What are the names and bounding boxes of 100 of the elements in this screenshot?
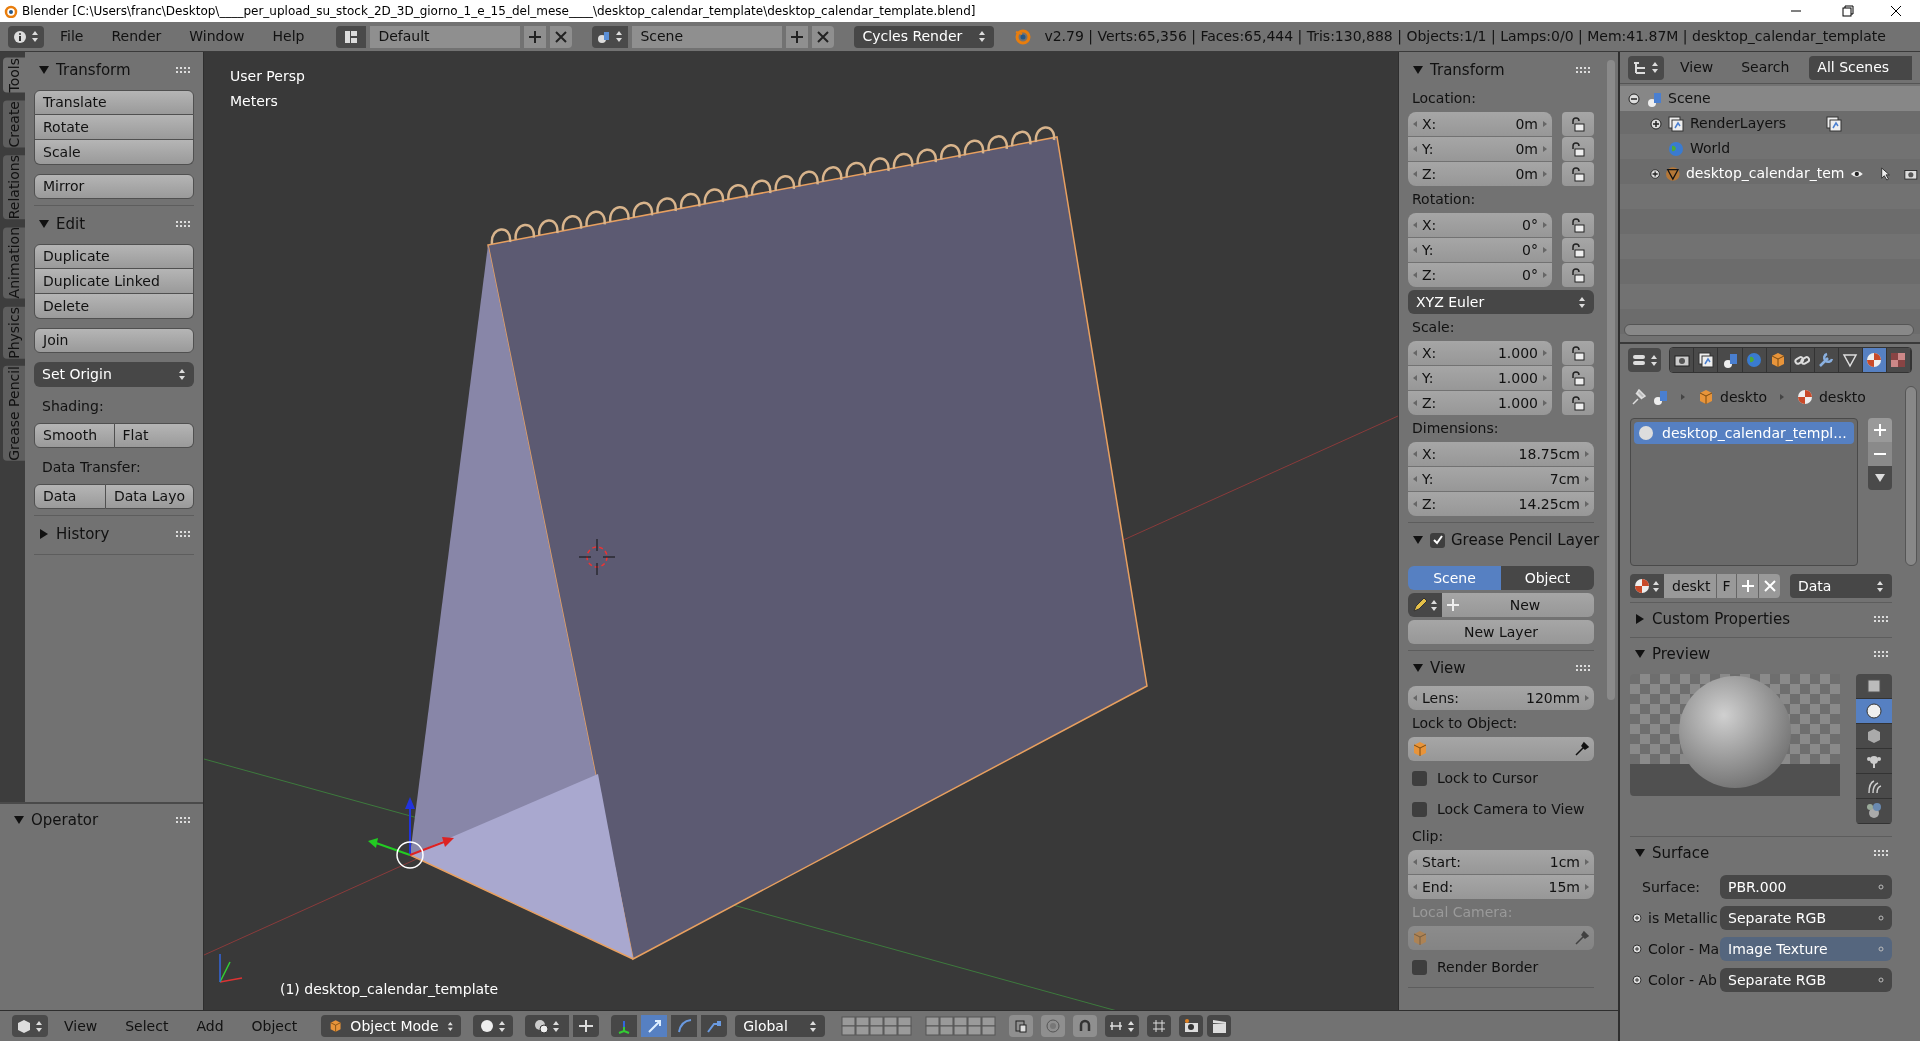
- checkbox-label[interactable]: Lock Camera to View: [1437, 798, 1585, 820]
- editor-type-button[interactable]: [1628, 348, 1662, 372]
- menu-item[interactable]: View: [52, 1015, 110, 1037]
- panel-title[interactable]: Transform: [1430, 58, 1570, 82]
- lock-button[interactable]: [1562, 213, 1594, 237]
- tool-button[interactable]: Flat: [114, 423, 194, 448]
- socket-icon[interactable]: [1632, 944, 1642, 954]
- drag-handle-icon[interactable]: [176, 530, 190, 538]
- menu-item[interactable]: View: [1668, 57, 1726, 78]
- left-arrow-icon[interactable]: [1412, 246, 1418, 254]
- collapse-arrow-icon[interactable]: [1412, 534, 1424, 546]
- node-link-dropdown[interactable]: Separate RGB: [1720, 968, 1892, 992]
- right-arrow-icon[interactable]: [1542, 145, 1548, 153]
- collapse-icon[interactable]: [1628, 92, 1640, 105]
- number-field[interactable]: X: 1.000: [1408, 341, 1552, 365]
- lock-button[interactable]: [1562, 238, 1594, 262]
- checkbox[interactable]: [1430, 532, 1445, 548]
- scale-manipulator-button[interactable]: [701, 1015, 728, 1037]
- left-arrow-icon[interactable]: [1412, 271, 1418, 279]
- slot-menu-button[interactable]: [1868, 466, 1892, 490]
- pin-icon[interactable]: [1630, 389, 1646, 405]
- snap-element-button[interactable]: [1147, 1015, 1172, 1037]
- right-arrow-icon[interactable]: [1584, 694, 1590, 702]
- left-arrow-icon[interactable]: [1412, 349, 1418, 357]
- add-slot-button[interactable]: [1868, 418, 1892, 442]
- breadcrumb-item[interactable]: deskto: [1720, 386, 1767, 408]
- expand-arrow-icon[interactable]: [1634, 613, 1646, 625]
- manipulator-button[interactable]: [611, 1015, 638, 1037]
- new-layer-button[interactable]: New Layer: [1408, 620, 1594, 644]
- number-field[interactable]: Z: 0m: [1408, 162, 1552, 186]
- material-name-field[interactable]: deskt: [1664, 574, 1716, 598]
- right-arrow-icon[interactable]: [1542, 120, 1548, 128]
- collapse-arrow-icon[interactable]: [1634, 847, 1646, 859]
- lock-button[interactable]: [1562, 137, 1594, 161]
- snap-button[interactable]: [1073, 1015, 1098, 1037]
- menu-item[interactable]: Select: [113, 1015, 181, 1037]
- properties-tab[interactable]: [1886, 348, 1911, 372]
- number-field[interactable]: Start: 1cm: [1408, 850, 1594, 874]
- lock-button[interactable]: [1562, 162, 1594, 186]
- outliner-row[interactable]: RenderLayers: [1620, 111, 1920, 136]
- render-image-button[interactable]: [1179, 1015, 1204, 1037]
- menu-item[interactable]: Help: [260, 26, 317, 47]
- add-button[interactable]: [524, 25, 547, 48]
- menu-item[interactable]: File: [48, 26, 96, 47]
- tool-button[interactable]: Data: [34, 484, 106, 509]
- drag-handle-icon[interactable]: [176, 66, 190, 74]
- right-arrow-icon[interactable]: [1584, 450, 1590, 458]
- unlink-button[interactable]: [1758, 574, 1780, 598]
- layer-buttons-icon[interactable]: [841, 1016, 914, 1036]
- expand-arrow-icon[interactable]: [38, 528, 50, 540]
- new-material-button[interactable]: [1736, 574, 1758, 598]
- preview-type-button[interactable]: [1856, 674, 1892, 699]
- fake-user-button[interactable]: F: [1716, 574, 1736, 598]
- number-field[interactable]: End: 15m: [1408, 875, 1594, 899]
- restore-icon[interactable]: [1840, 3, 1856, 19]
- node-link-dropdown[interactable]: PBR.000: [1720, 875, 1892, 899]
- number-field[interactable]: X: 18.75cm: [1408, 442, 1594, 466]
- render-engine-dropdown[interactable]: Cycles Render: [854, 25, 995, 48]
- preview-type-button[interactable]: [1856, 774, 1892, 799]
- tool-button[interactable]: Duplicate: [34, 244, 194, 269]
- node-link-dropdown[interactable]: Separate RGB: [1720, 906, 1892, 930]
- properties-tab[interactable]: [1862, 348, 1887, 372]
- properties-tab[interactable]: [1718, 348, 1743, 372]
- tool-button[interactable]: Mirror: [34, 174, 194, 199]
- node-link-dropdown[interactable]: Image Texture: [1720, 937, 1892, 961]
- panel-title[interactable]: Edit: [56, 212, 170, 236]
- tool-button[interactable]: Data Layo: [105, 484, 194, 509]
- socket-icon[interactable]: [1632, 913, 1642, 923]
- material-slot[interactable]: desktop_calendar_templ...: [1634, 422, 1854, 444]
- close-button[interactable]: [550, 25, 573, 48]
- lock-layers-button[interactable]: [1009, 1015, 1034, 1037]
- number-field[interactable]: X: 0°: [1408, 213, 1552, 237]
- left-arrow-icon[interactable]: [1412, 145, 1418, 153]
- right-arrow-icon[interactable]: [1542, 271, 1548, 279]
- close-button[interactable]: [812, 25, 835, 48]
- snap-target-dropdown[interactable]: [1105, 1015, 1140, 1037]
- drag-handle-icon[interactable]: [1874, 849, 1888, 857]
- number-field[interactable]: Y: 0m: [1408, 137, 1552, 161]
- checkbox-label[interactable]: Lock to Cursor: [1437, 767, 1538, 789]
- properties-tab[interactable]: [1790, 348, 1815, 372]
- checkbox[interactable]: [1412, 959, 1427, 975]
- number-field[interactable]: Z: 0°: [1408, 263, 1552, 287]
- socket-icon[interactable]: [1632, 975, 1642, 985]
- rotate-manipulator-button[interactable]: [671, 1015, 698, 1037]
- expand-icon[interactable]: [1650, 117, 1662, 130]
- new-button[interactable]: New: [1442, 593, 1594, 617]
- collapse-arrow-icon[interactable]: [1412, 662, 1424, 674]
- outliner-item-label[interactable]: RenderLayers: [1690, 113, 1787, 134]
- right-arrow-icon[interactable]: [1542, 399, 1548, 407]
- dropdown[interactable]: Set Origin: [34, 362, 194, 387]
- checkbox[interactable]: [1412, 770, 1427, 786]
- outliner-item-label[interactable]: desktop_calendar_tem: [1685, 163, 1845, 184]
- right-arrow-icon[interactable]: [1542, 221, 1548, 229]
- outliner-item-label[interactable]: Scene: [1668, 88, 1711, 109]
- menu-item[interactable]: Search: [1729, 57, 1802, 78]
- collapse-arrow-icon[interactable]: [1634, 648, 1646, 660]
- sidebar-tab[interactable]: Tools: [3, 58, 25, 93]
- image-stack-icon[interactable]: [1826, 115, 1843, 132]
- panel-title[interactable]: Transform: [56, 58, 170, 82]
- checkbox-label[interactable]: Render Border: [1437, 956, 1539, 978]
